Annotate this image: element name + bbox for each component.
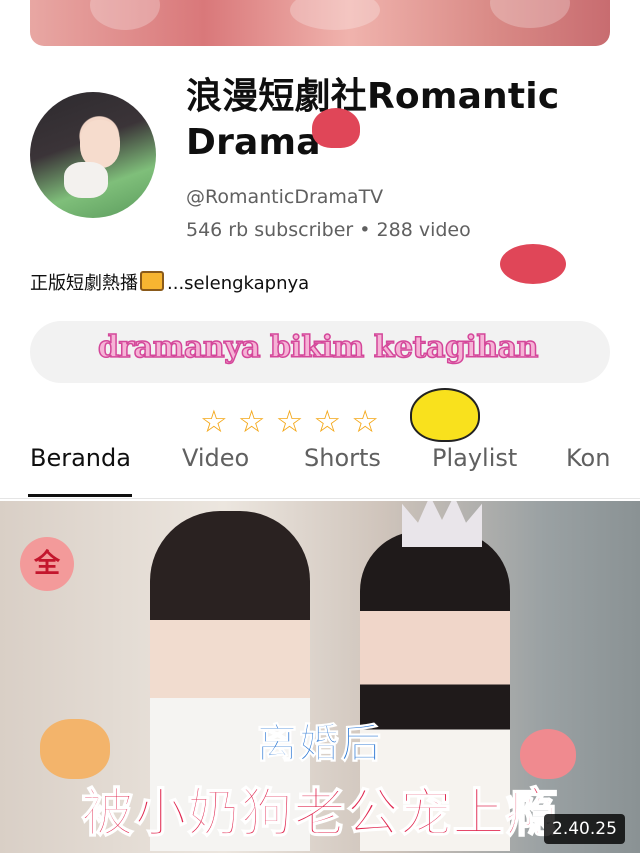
description-text: 正版短劇熱播 <box>30 273 138 294</box>
channel-handle: @RomanticDramaTV <box>186 186 384 208</box>
crown-icon <box>402 501 482 547</box>
video-thumbnail[interactable]: 全 离婚后 被小奶狗老公宠上瘾 2.40.25 <box>0 501 640 853</box>
thumbnail-title-line1: 离婚后 <box>257 721 383 768</box>
subscriber-count: 546 rb subscriber <box>186 219 354 241</box>
channel-description[interactable]: 正版短劇熱播 ...selengkapnya <box>30 269 309 295</box>
star-icon: ☆ <box>237 404 266 440</box>
channel-banner <box>30 0 610 46</box>
channel-stats: 546 rb subscriber • 288 video <box>186 219 471 241</box>
sticker-caption: dramanya bikim ketagihan <box>97 329 539 366</box>
lips-icon <box>500 244 566 284</box>
tab-video[interactable]: Video <box>182 444 249 472</box>
star-icon: ☆ <box>313 404 342 440</box>
tab-shorts[interactable]: Shorts <box>304 444 381 472</box>
smiley-sticker-icon <box>410 388 480 442</box>
stats-separator: • <box>359 219 371 241</box>
video-count: 288 video <box>376 219 471 241</box>
lips-sticker-icon <box>312 108 360 148</box>
tab-beranda[interactable]: Beranda <box>30 444 131 472</box>
star-icon: ☆ <box>200 404 228 440</box>
star-icon: ☆ <box>351 404 379 440</box>
video-duration: 2.40.25 <box>544 814 625 844</box>
channel-name: 浪漫短劇社Romantic Drama <box>186 76 560 163</box>
tab-playlist[interactable]: Playlist <box>432 444 517 472</box>
tab-komunitas[interactable]: Kon <box>566 444 610 472</box>
tabs-divider <box>0 498 640 499</box>
full-episode-badge: 全 <box>20 537 74 591</box>
rating-stars: ☆ ☆ ☆ ☆ ☆ <box>200 404 379 440</box>
star-icon: ☆ <box>275 404 304 440</box>
more-link[interactable]: ...selengkapnya <box>167 273 309 294</box>
tv-icon <box>140 271 164 291</box>
channel-tabs: Beranda Video Shorts Playlist Kon <box>0 440 640 498</box>
active-tab-indicator <box>28 494 132 497</box>
channel-avatar[interactable] <box>30 92 156 218</box>
